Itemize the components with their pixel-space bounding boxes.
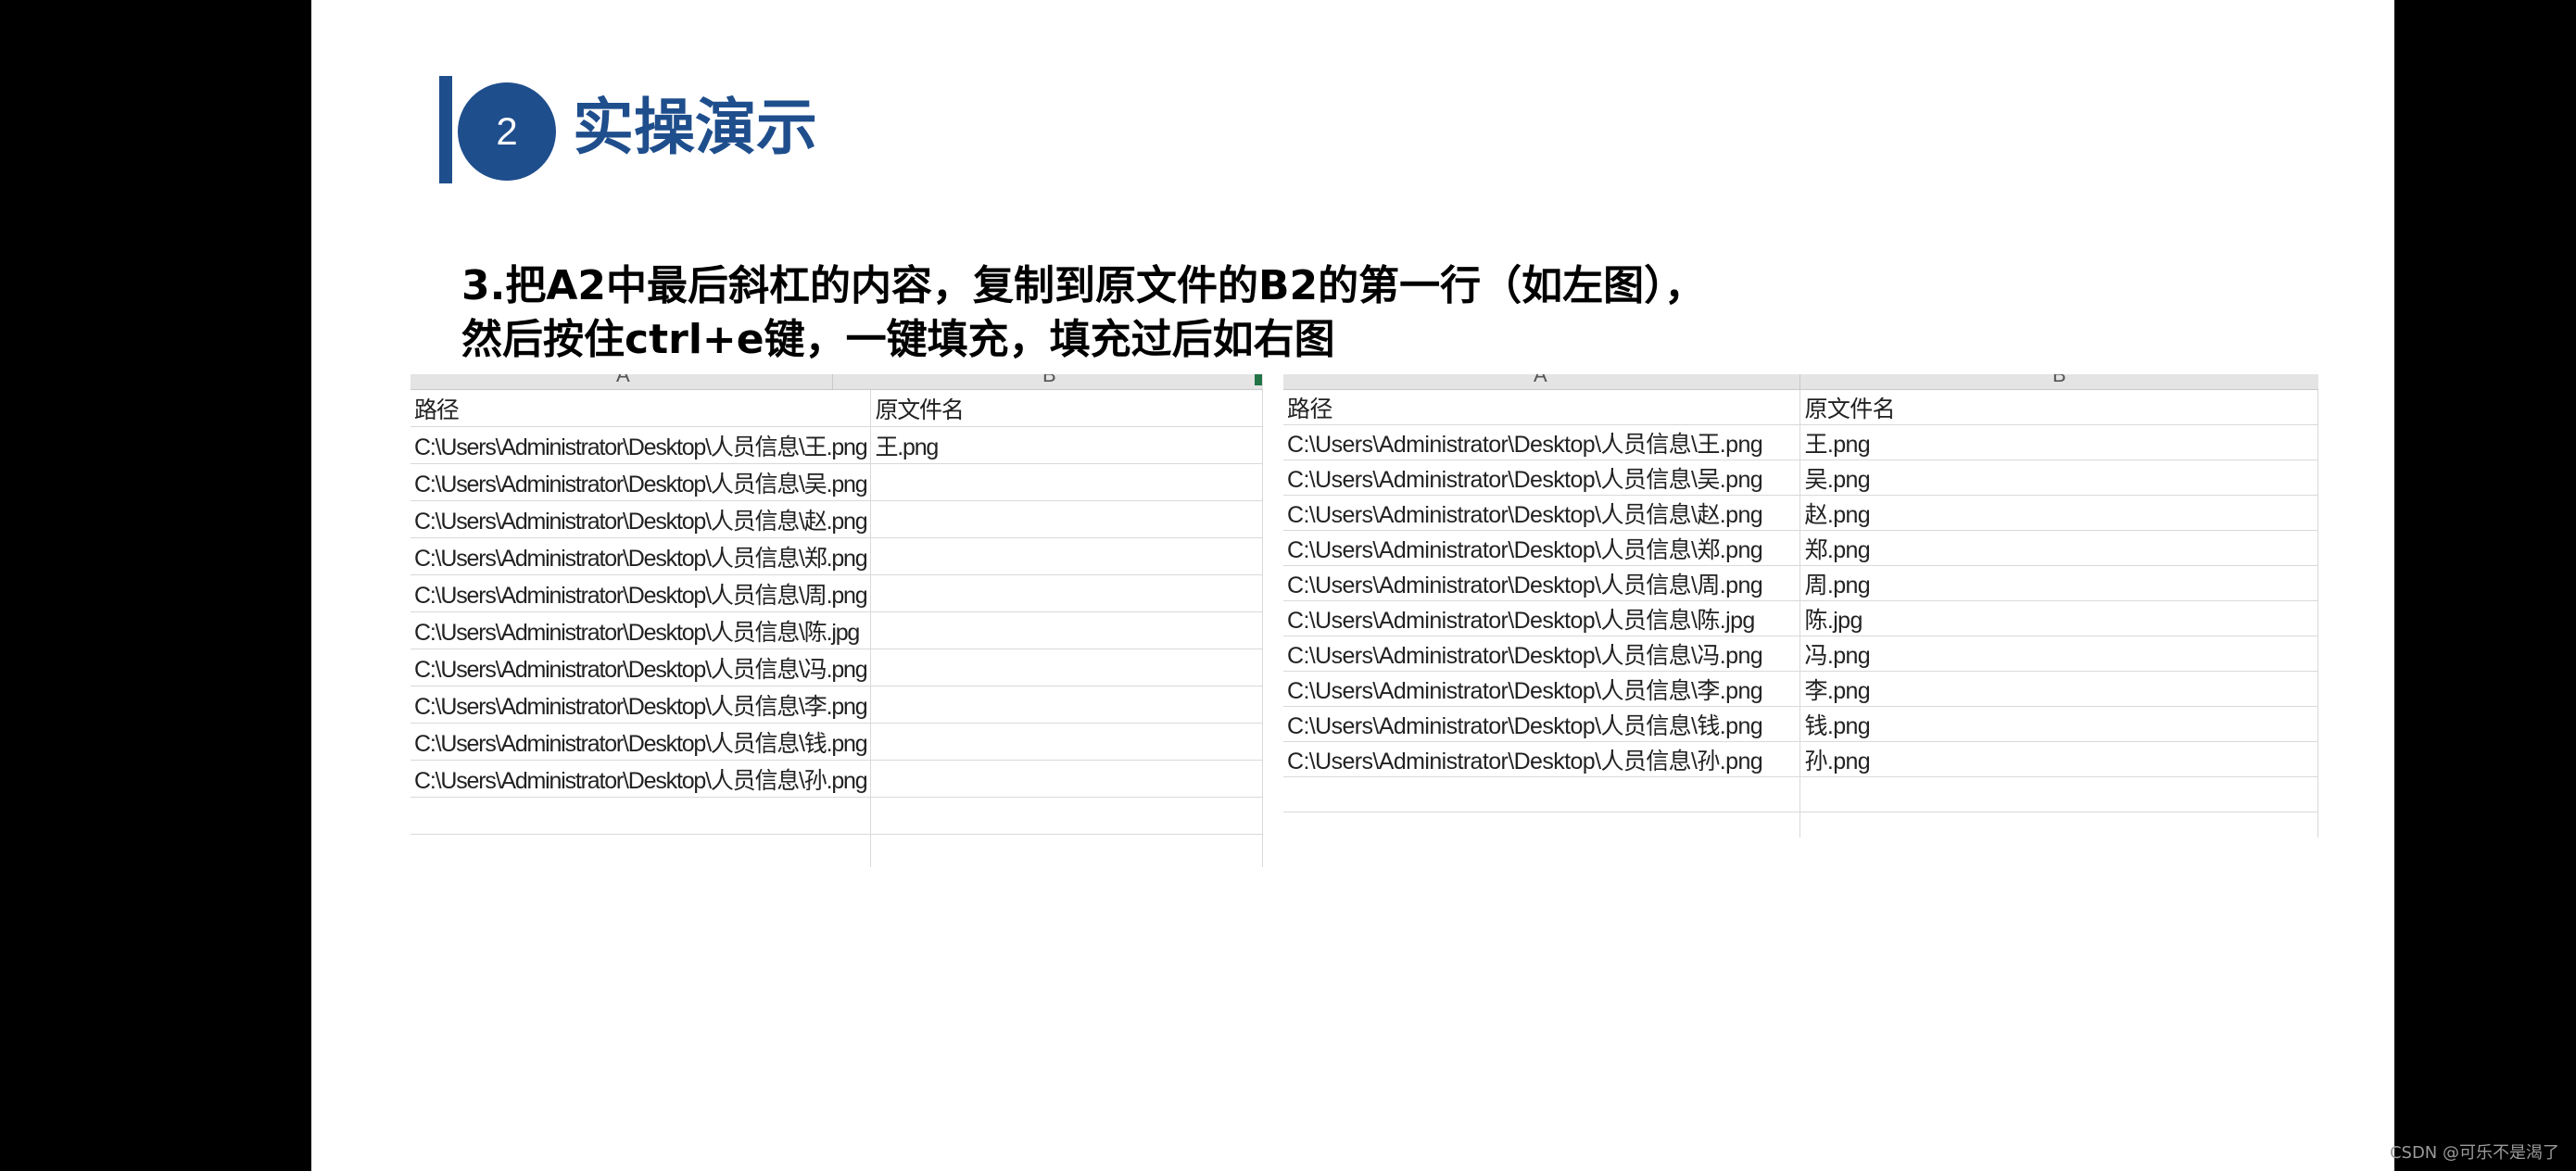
table-row: C:\Users\Administrator\Desktop\人员信息\周.pn… (410, 574, 1263, 612)
table-row: C:\Users\Administrator\Desktop\人员信息\吴.pn… (410, 463, 1263, 501)
filename-cell[interactable] (870, 797, 1263, 835)
filename-cell[interactable]: 冯.png (1799, 636, 2318, 672)
table-row: C:\Users\Administrator\Desktop\人员信息\赵.pn… (1283, 495, 2318, 531)
sheet-edge-marker (1255, 374, 1262, 385)
column-letter-b: B (1042, 374, 1056, 386)
path-cell[interactable]: C:\Users\Administrator\Desktop\人员信息\赵.pn… (1283, 495, 1801, 531)
table-row (1283, 776, 2318, 812)
filename-cell[interactable]: 王.png (870, 426, 1263, 464)
path-cell[interactable]: C:\Users\Administrator\Desktop\人员信息\周.pn… (410, 574, 872, 612)
table-row: C:\Users\Administrator\Desktop\人员信息\陈.jp… (1283, 600, 2318, 636)
filename-cell[interactable]: 郑.png (1799, 530, 2318, 566)
filename-cell[interactable]: 王.png (1799, 424, 2318, 460)
right-spreadsheet: A B 路径 原文件名 C:\Users\Administrator\Desktop… (1283, 374, 2318, 837)
table-row (1283, 812, 2318, 837)
table-row: C:\Users\Administrator\Desktop\人员信息\钱.pn… (410, 723, 1263, 761)
path-cell[interactable]: C:\Users\Administrator\Desktop\人员信息\陈.jp… (410, 611, 872, 649)
table-row: C:\Users\Administrator\Desktop\人员信息\李.pn… (1283, 671, 2318, 707)
filename-cell[interactable] (870, 574, 1263, 612)
path-cell[interactable]: C:\Users\Administrator\Desktop\人员信息\冯.pn… (1283, 636, 1801, 672)
path-cell[interactable]: C:\Users\Administrator\Desktop\人员信息\赵.pn… (410, 500, 872, 538)
filename-cell[interactable]: 钱.png (1799, 706, 2318, 742)
table-row: C:\Users\Administrator\Desktop\人员信息\冯.pn… (1283, 636, 2318, 672)
filename-cell[interactable]: 吴.png (1799, 460, 2318, 496)
table-row: C:\Users\Administrator\Desktop\人员信息\郑.pn… (410, 537, 1263, 575)
path-cell[interactable]: C:\Users\Administrator\Desktop\人员信息\王.pn… (1283, 424, 1801, 460)
filename-cell[interactable]: 孙.png (1799, 741, 2318, 777)
table-row: C:\Users\Administrator\Desktop\人员信息\李.pn… (410, 686, 1263, 724)
header-row: 路径 原文件名 (1283, 390, 2318, 425)
filename-cell[interactable] (870, 760, 1263, 798)
path-cell[interactable]: C:\Users\Administrator\Desktop\人员信息\郑.pn… (1283, 530, 1801, 566)
path-cell[interactable]: C:\Users\Administrator\Desktop\人员信息\李.pn… (410, 686, 872, 724)
watermark: CSDN @可乐不是渴了 (2389, 1143, 2559, 1163)
path-cell[interactable] (1283, 812, 1801, 837)
filename-cell[interactable] (870, 686, 1263, 724)
section-number-badge: 2 (458, 82, 556, 181)
table-row: C:\Users\Administrator\Desktop\人员信息\陈.jp… (410, 611, 1263, 649)
filename-cell[interactable] (870, 723, 1263, 761)
left-grid: 路径 原文件名 C:\Users\Administrator\Desktop\人员信… (410, 390, 1263, 867)
path-cell[interactable]: C:\Users\Administrator\Desktop\人员信息\吴.pn… (410, 463, 872, 501)
filename-cell[interactable] (870, 834, 1263, 867)
table-row (410, 834, 1263, 867)
filename-cell[interactable]: 李.png (1799, 671, 2318, 707)
header-cell-path[interactable]: 路径 (410, 390, 872, 427)
filename-cell[interactable] (870, 648, 1263, 686)
filename-cell[interactable]: 赵.png (1799, 495, 2318, 531)
path-cell[interactable]: C:\Users\Administrator\Desktop\人员信息\孙.pn… (410, 760, 872, 798)
table-row: C:\Users\Administrator\Desktop\人员信息\孙.pn… (1283, 741, 2318, 777)
column-header-strip: A B (410, 374, 1263, 390)
path-cell[interactable] (1283, 776, 1801, 812)
path-cell[interactable] (410, 834, 872, 867)
table-row: C:\Users\Administrator\Desktop\人员信息\周.pn… (1283, 565, 2318, 601)
filename-cell[interactable]: 周.png (1799, 565, 2318, 601)
table-row: C:\Users\Administrator\Desktop\人员信息\钱.pn… (1283, 706, 2318, 742)
filename-cell[interactable] (1799, 776, 2318, 812)
column-letter-a: A (616, 374, 630, 386)
path-cell[interactable] (410, 797, 872, 835)
table-row: C:\Users\Administrator\Desktop\人员信息\赵.pn… (410, 500, 1263, 538)
path-cell[interactable]: C:\Users\Administrator\Desktop\人员信息\王.pn… (410, 426, 872, 464)
path-cell[interactable]: C:\Users\Administrator\Desktop\人员信息\吴.pn… (1283, 460, 1801, 496)
path-cell[interactable]: C:\Users\Administrator\Desktop\人员信息\钱.pn… (410, 723, 872, 761)
instruction-line-2: 然后按住ctrl+e键，一键填充，填充过后如右图 (461, 316, 1335, 363)
table-row: C:\Users\Administrator\Desktop\人员信息\王.pn… (1283, 424, 2318, 460)
header-cell-filename[interactable]: 原文件名 (1799, 390, 2318, 425)
path-cell[interactable]: C:\Users\Administrator\Desktop\人员信息\冯.pn… (410, 648, 872, 686)
filename-cell[interactable]: 陈.jpg (1799, 600, 2318, 636)
header-cell-filename[interactable]: 原文件名 (870, 390, 1263, 427)
path-cell[interactable]: C:\Users\Administrator\Desktop\人员信息\李.pn… (1283, 671, 1801, 707)
instruction-text: 3.把A2中最后斜杠的内容，复制到原文件的B2的第一行（如左图）， 然后按住ct… (461, 259, 1705, 367)
filename-cell[interactable] (870, 500, 1263, 538)
header-cell-path[interactable]: 路径 (1283, 390, 1801, 425)
column-letter-a: A (1534, 374, 1547, 386)
table-row: C:\Users\Administrator\Desktop\人员信息\郑.pn… (1283, 530, 2318, 566)
path-cell[interactable]: C:\Users\Administrator\Desktop\人员信息\孙.pn… (1283, 741, 1801, 777)
title-accent-bar (439, 76, 452, 183)
table-row (410, 797, 1263, 835)
filename-cell[interactable] (870, 463, 1263, 501)
path-cell[interactable]: C:\Users\Administrator\Desktop\人员信息\陈.jp… (1283, 600, 1801, 636)
column-letter-b: B (2052, 374, 2066, 386)
filename-cell[interactable] (1799, 812, 2318, 837)
left-spreadsheet: A B 路径 原文件名 C:\Users\Administrator\Desktop… (410, 374, 1263, 867)
section-title: 实操演示 (573, 92, 817, 163)
right-grid: 路径 原文件名 C:\Users\Administrator\Desktop\人员信… (1283, 390, 2318, 837)
table-row: C:\Users\Administrator\Desktop\人员信息\孙.pn… (410, 760, 1263, 798)
filename-cell[interactable] (870, 611, 1263, 649)
path-cell[interactable]: C:\Users\Administrator\Desktop\人员信息\郑.pn… (410, 537, 872, 575)
table-row: C:\Users\Administrator\Desktop\人员信息\吴.pn… (1283, 460, 2318, 496)
instruction-line-1: 3.把A2中最后斜杠的内容，复制到原文件的B2的第一行（如左图）， (461, 262, 1706, 309)
path-cell[interactable]: C:\Users\Administrator\Desktop\人员信息\周.pn… (1283, 565, 1801, 601)
column-header-strip: A B (1283, 374, 2318, 390)
table-row: C:\Users\Administrator\Desktop\人员信息\冯.pn… (410, 648, 1263, 686)
header-row: 路径 原文件名 (410, 390, 1263, 427)
path-cell[interactable]: C:\Users\Administrator\Desktop\人员信息\钱.pn… (1283, 706, 1801, 742)
table-row: C:\Users\Administrator\Desktop\人员信息\王.pn… (410, 426, 1263, 464)
filename-cell[interactable] (870, 537, 1263, 575)
